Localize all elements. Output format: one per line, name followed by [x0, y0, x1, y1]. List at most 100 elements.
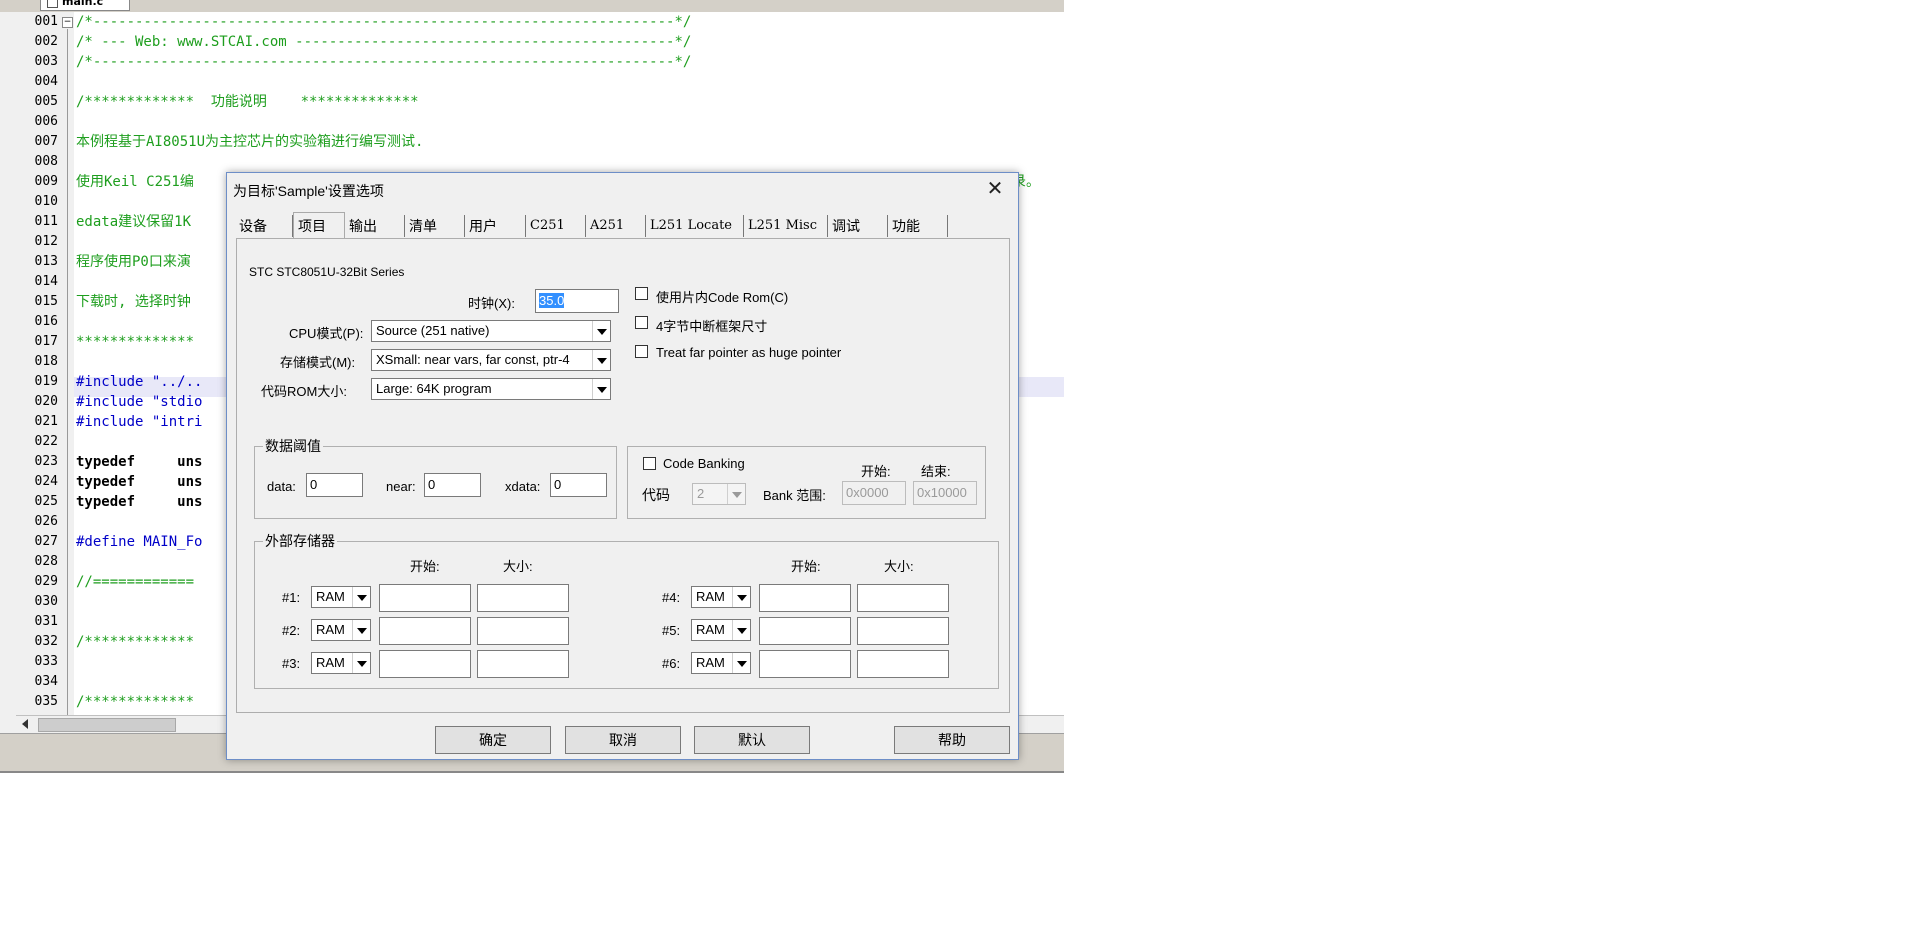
far-pointer-huge-label: Treat far pointer as huge pointer	[656, 345, 842, 360]
tab-user[interactable]: 用户	[465, 215, 526, 237]
ext-mem-row-5-size-field[interactable]	[857, 617, 949, 645]
ext-mem-row-2-start-field[interactable]	[379, 617, 471, 645]
editor-left-margin	[0, 12, 17, 727]
tab-project[interactable]: 项目	[293, 212, 345, 238]
code-line: #include "intri	[76, 414, 203, 430]
ext-mem-row-3-type-select[interactable]: RAM	[311, 652, 371, 674]
line-number: 013	[34, 254, 58, 269]
chevron-down-icon	[727, 484, 745, 504]
fold-guide-line	[67, 29, 68, 715]
far-pointer-huge-checkbox[interactable]	[635, 345, 648, 358]
data-threshold-xdata-label: xdata:	[505, 479, 541, 494]
tab-debug[interactable]: 调试	[828, 215, 888, 237]
ext-mem-size-header-left: 大小:	[503, 559, 533, 574]
ext-mem-row-2-size-field[interactable]	[477, 617, 569, 645]
ext-mem-start-header-left: 开始:	[410, 559, 440, 574]
line-number: 014	[34, 274, 58, 289]
code-line: /*************	[76, 694, 195, 710]
code-line: 下载时, 选择时钟	[76, 294, 191, 310]
ext-mem-row-1-start-field[interactable]	[379, 584, 471, 612]
code-banking-checkbox[interactable]	[643, 457, 656, 470]
line-number: 023	[34, 454, 58, 469]
clock-field[interactable]: 35.0	[535, 289, 619, 313]
data-threshold-near-field[interactable]: 0	[424, 473, 481, 497]
ext-mem-row-1-size-field[interactable]	[477, 584, 569, 612]
use-onchip-rom-checkbox[interactable]	[635, 287, 648, 300]
ext-mem-row-3-start-field[interactable]	[379, 650, 471, 678]
project-tab-panel: STC STC8051U-32Bit Series 时钟(X): 35.0 CP…	[236, 238, 1010, 713]
code-line: typedef uns	[76, 494, 203, 510]
line-number: 007	[34, 134, 58, 149]
scrollbar-thumb[interactable]	[38, 718, 176, 732]
line-number: 031	[34, 614, 58, 629]
chevron-down-icon	[732, 653, 750, 673]
scroll-left-icon[interactable]	[22, 719, 28, 729]
ext-mem-row-4-size-field[interactable]	[857, 584, 949, 612]
defaults-button[interactable]: 默认	[694, 726, 810, 754]
bank-start-field[interactable]: 0x0000	[842, 481, 906, 505]
tab-device[interactable]: 设备	[235, 215, 293, 237]
tab-l251-locate[interactable]: L251 Locate	[646, 215, 744, 237]
device-name: STC STC8051U-32Bit Series	[249, 265, 405, 279]
code-line: /* --- Web: www.STCAI.com --------------…	[76, 34, 692, 50]
code-line: #include "../..	[76, 374, 203, 390]
bank-end-field[interactable]: 0x10000	[913, 481, 977, 505]
ok-button[interactable]: 确定	[435, 726, 551, 754]
fold-toggle-icon[interactable]: −	[62, 17, 73, 28]
file-tab[interactable]: main.c	[40, 0, 130, 11]
data-threshold-group: 数据阈值 data: 0 near: 0 xdata: 0	[254, 436, 617, 519]
ext-mem-row-4-type-select[interactable]: RAM	[691, 586, 751, 608]
external-memory-group: 外部存储器 开始: 大小: 开始: 大小: #1: RAM #2: RAM #3…	[254, 531, 999, 689]
ext-mem-row-6-size-field[interactable]	[857, 650, 949, 678]
code-line: /*--------------------------------------…	[76, 54, 692, 70]
code-line: #define MAIN_Fo	[76, 534, 203, 550]
code-rom-size-label: 代码ROM大小:	[261, 384, 347, 399]
code-line: 程序使用P0口来演	[76, 254, 191, 270]
ext-mem-row-4-start-field[interactable]	[759, 584, 851, 612]
line-number: 034	[34, 674, 58, 689]
ext-mem-row-6-type-select[interactable]: RAM	[691, 652, 751, 674]
line-number: 008	[34, 154, 58, 169]
ext-mem-row-3-size-field[interactable]	[477, 650, 569, 678]
line-number: 030	[34, 594, 58, 609]
cpu-mode-select[interactable]: Source (251 native)	[371, 320, 611, 342]
data-threshold-xdata-field[interactable]: 0	[550, 473, 607, 497]
ext-mem-row-5-type-select[interactable]: RAM	[691, 619, 751, 641]
line-number: 035	[34, 694, 58, 709]
line-number: 024	[34, 474, 58, 489]
line-number: 020	[34, 394, 58, 409]
line-number: 022	[34, 434, 58, 449]
banks-count-select[interactable]: 2	[692, 483, 746, 505]
ext-mem-row-2-type-select[interactable]: RAM	[311, 619, 371, 641]
ext-mem-size-header-right: 大小:	[884, 559, 914, 574]
chevron-down-icon	[352, 620, 370, 640]
ext-mem-row-2-label: #2:	[282, 623, 301, 638]
code-line: edata建议保留1K	[76, 214, 192, 230]
tab-a251[interactable]: A251	[586, 215, 646, 237]
use-onchip-rom-label: 使用片内Code Rom(C)	[656, 290, 789, 305]
chevron-down-icon	[592, 350, 610, 370]
help-button[interactable]: 帮助	[894, 726, 1010, 754]
tab-c251[interactable]: C251	[526, 215, 586, 237]
line-number: 025	[34, 494, 58, 509]
line-number: 001	[34, 14, 58, 29]
code-rom-size-select[interactable]: Large: 64K program	[371, 378, 611, 400]
chevron-down-icon	[592, 321, 610, 341]
data-threshold-data-field[interactable]: 0	[306, 473, 363, 497]
code-line: typedef uns	[76, 454, 203, 470]
ext-mem-row-1-type-select[interactable]: RAM	[311, 586, 371, 608]
tab-utilities[interactable]: 功能	[888, 215, 948, 237]
cancel-button[interactable]: 取消	[565, 726, 681, 754]
close-icon[interactable]: ✕	[983, 178, 1007, 202]
code-line: #include "stdio	[76, 394, 203, 410]
memory-model-select[interactable]: XSmall: near vars, far const, ptr-4	[371, 349, 611, 371]
tab-listing[interactable]: 清单	[405, 215, 465, 237]
tab-output[interactable]: 输出	[345, 215, 405, 237]
ext-mem-row-6-start-field[interactable]	[759, 650, 851, 678]
line-number: 011	[34, 214, 58, 229]
ext-mem-row-5-start-field[interactable]	[759, 617, 851, 645]
line-number: 021	[34, 414, 58, 429]
ext-mem-row-5-label: #5:	[662, 623, 681, 638]
interrupt-frame-checkbox[interactable]	[635, 316, 648, 329]
tab-l251-misc[interactable]: L251 Misc	[744, 215, 828, 237]
